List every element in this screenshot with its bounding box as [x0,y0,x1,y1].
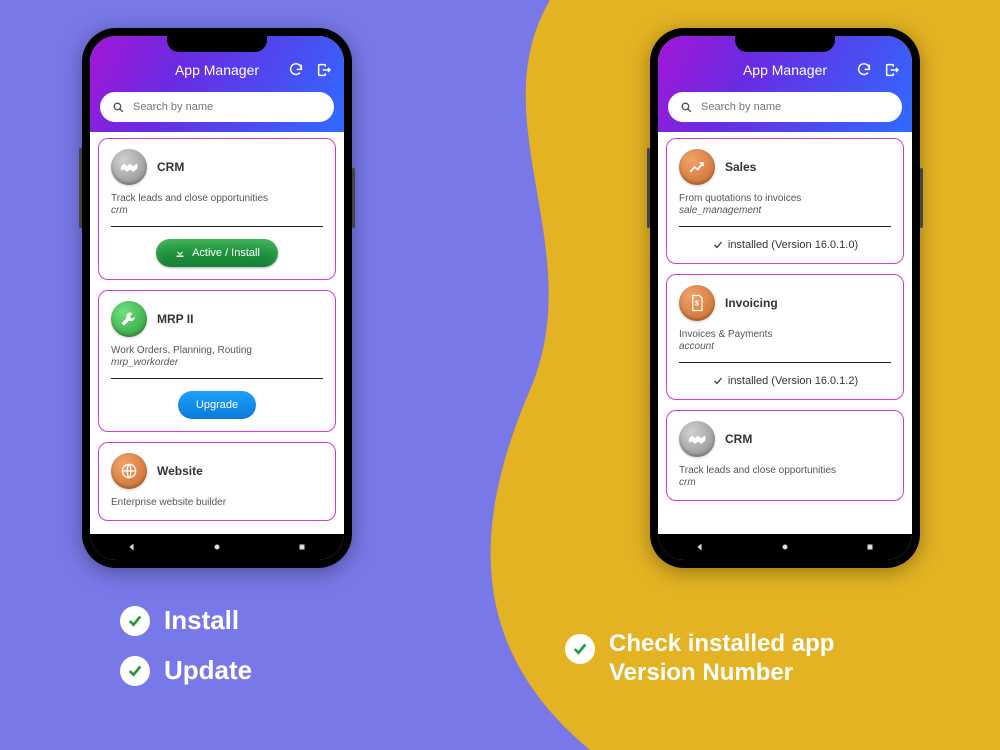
handshake-icon [111,149,147,185]
app-name: MRP II [157,312,193,326]
android-navbar [90,534,344,560]
svg-text:$: $ [695,299,700,308]
logout-icon[interactable] [316,62,332,78]
search-input[interactable] [701,101,890,113]
install-status-text: installed (Version 16.0.1.0) [728,239,858,251]
globe-icon [111,453,147,489]
app-tech-name: sale_management [679,205,891,216]
caption-install: Install [120,605,239,636]
check-icon [712,239,724,251]
handshake-icon [679,421,715,457]
logout-icon[interactable] [884,62,900,78]
wrench-icon [111,301,147,337]
search-bar[interactable] [100,92,334,122]
check-badge [565,634,595,664]
caption-version: Check installed app Version Number [565,630,834,688]
install-status: installed (Version 16.0.1.2) [679,375,891,387]
app-card-website: Website Enterprise website builder [98,442,336,521]
install-status-text: installed (Version 16.0.1.2) [728,375,858,387]
app-name: CRM [725,432,752,446]
caption-text-line2: Version Number [609,659,834,688]
app-desc: From quotations to invoices [679,193,891,204]
app-card-invoicing: $ Invoicing Invoices & Payments account … [666,274,904,400]
app-desc: Track leads and close opportunities [679,465,891,476]
install-button[interactable]: Active / Install [156,239,278,267]
app-name: Invoicing [725,296,778,310]
refresh-icon[interactable] [856,62,872,78]
app-list: CRM Track leads and close opportunities … [90,132,344,534]
app-card-crm: CRM Track leads and close opportunities … [98,138,336,280]
search-bar[interactable] [668,92,902,122]
caption-text-line1: Check installed app [609,630,834,659]
app-tech-name: crm [111,205,323,216]
search-input[interactable] [133,101,322,113]
app-desc: Work Orders, Planning, Routing [111,345,323,356]
invoice-icon: $ [679,285,715,321]
phone-left: App Manager [82,28,352,568]
app-tech-name: mrp_workorder [111,357,323,368]
app-name: CRM [157,160,184,174]
nav-home-icon[interactable] [779,541,791,553]
app-desc: Invoices & Payments [679,329,891,340]
nav-back-icon[interactable] [126,541,138,553]
refresh-icon[interactable] [288,62,304,78]
caption-text: Update [164,655,252,686]
install-button-label: Active / Install [192,247,260,259]
divider [111,226,323,227]
nav-recent-icon[interactable] [864,541,876,553]
app-card-sales: Sales From quotations to invoices sale_m… [666,138,904,264]
search-icon [112,101,125,114]
app-tech-name: account [679,341,891,352]
divider [111,378,323,379]
install-status: installed (Version 16.0.1.0) [679,239,891,251]
caption-update: Update [120,655,252,686]
phone-notch [167,36,267,52]
check-icon [712,375,724,387]
app-name: Sales [725,160,756,174]
phone-notch [735,36,835,52]
app-tech-name: crm [679,477,891,488]
divider [679,362,891,363]
caption-text: Install [164,605,239,636]
app-desc: Track leads and close opportunities [111,193,323,204]
app-card-mrp: MRP II Work Orders, Planning, Routing mr… [98,290,336,432]
divider [679,226,891,227]
app-title: App Manager [175,62,259,78]
download-icon [174,247,186,259]
check-badge [120,656,150,686]
android-navbar [658,534,912,560]
app-desc: Enterprise website builder [111,497,323,508]
chart-icon [679,149,715,185]
nav-back-icon[interactable] [694,541,706,553]
app-card-crm: CRM Track leads and close opportunities … [666,410,904,501]
phone-right: App Manager [650,28,920,568]
search-icon [680,101,693,114]
upgrade-button[interactable]: Upgrade [178,391,256,419]
upgrade-button-label: Upgrade [196,399,238,411]
app-title: App Manager [743,62,827,78]
app-name: Website [157,464,203,478]
nav-recent-icon[interactable] [296,541,308,553]
check-badge [120,606,150,636]
app-list: Sales From quotations to invoices sale_m… [658,132,912,534]
nav-home-icon[interactable] [211,541,223,553]
